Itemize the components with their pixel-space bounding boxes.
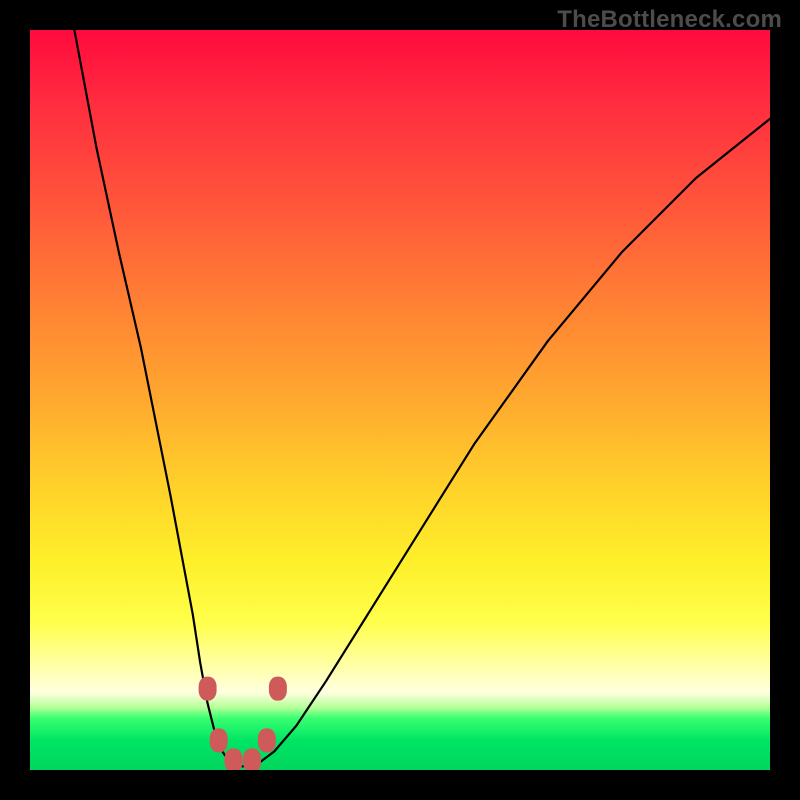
curve-marker — [199, 677, 217, 701]
curve-marker — [210, 728, 228, 752]
curve-marker — [243, 748, 261, 770]
plot-area — [30, 30, 770, 770]
curve-marker — [258, 728, 276, 752]
chart-frame: TheBottleneck.com — [0, 0, 800, 800]
curve-marker — [269, 677, 287, 701]
bottleneck-curve-path — [74, 30, 770, 766]
curve-svg — [30, 30, 770, 770]
markers-group — [199, 677, 287, 770]
curve-marker — [225, 748, 243, 770]
